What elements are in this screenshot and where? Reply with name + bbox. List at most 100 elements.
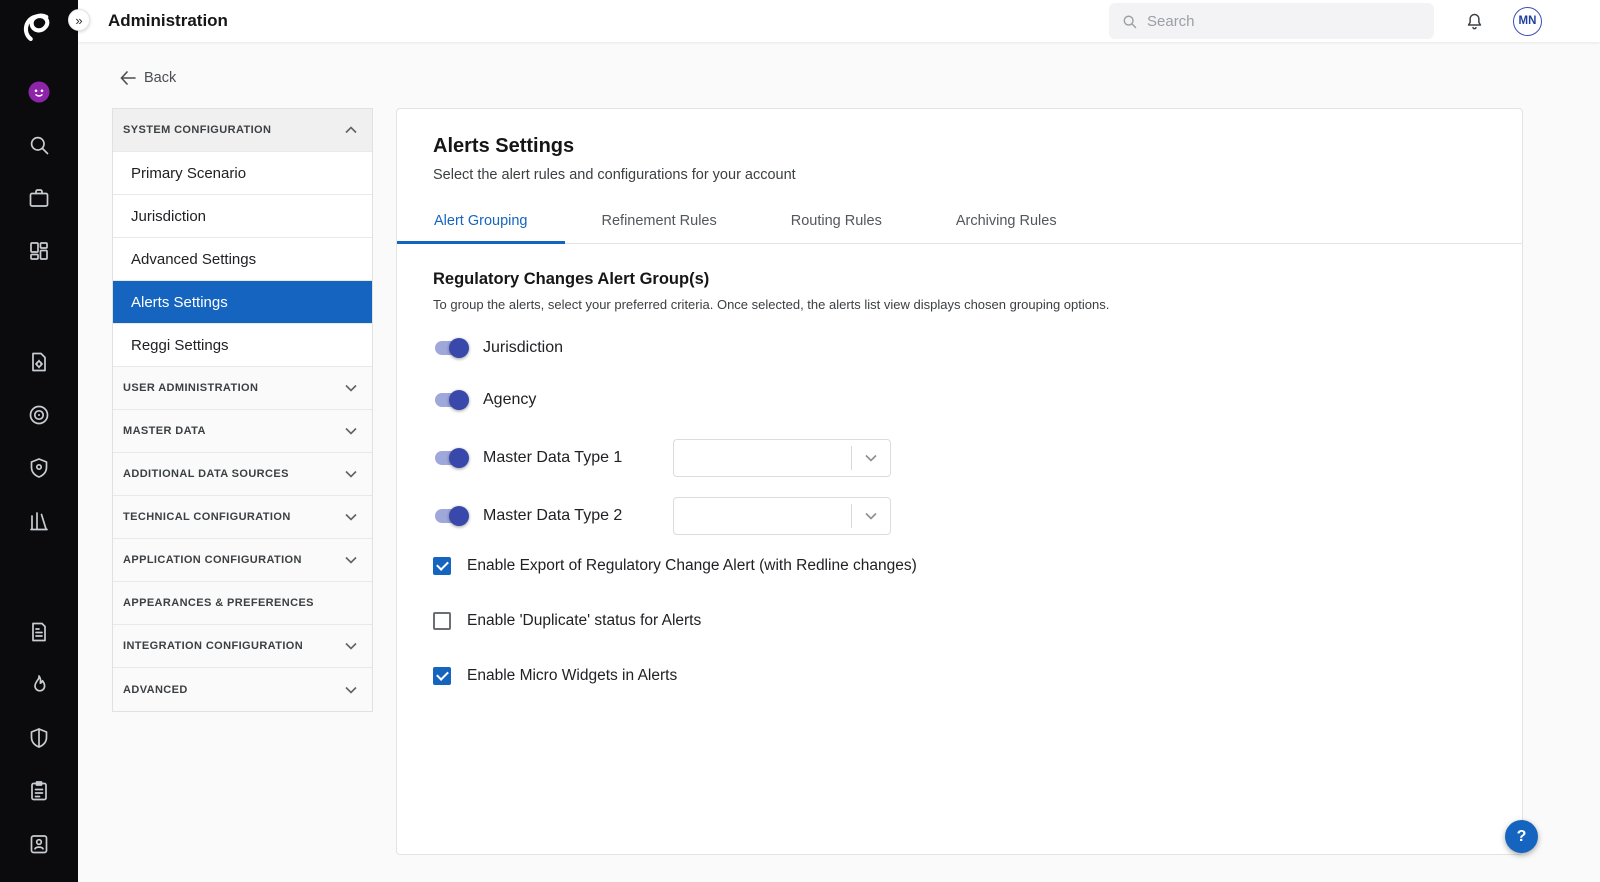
app-logo-icon[interactable] — [17, 6, 61, 50]
master-data-type-1-select[interactable] — [673, 439, 891, 477]
nav-section-technical-configuration[interactable]: TECHNICAL CONFIGURATION — [113, 496, 372, 539]
tab-label: Routing Rules — [791, 213, 882, 229]
tasks-icon[interactable] — [27, 779, 51, 803]
nav-item-primary-scenario[interactable]: Primary Scenario — [113, 152, 372, 195]
nav-item-label: Primary Scenario — [131, 165, 246, 182]
back-button[interactable]: Back — [120, 70, 176, 86]
toggle-row: Master Data Type 1 — [433, 438, 1486, 478]
avatar[interactable]: MN — [1513, 7, 1542, 36]
nav-item-reggi-settings[interactable]: Reggi Settings — [113, 324, 372, 367]
search-icon — [1121, 13, 1138, 30]
checkbox-label: Enable 'Duplicate' status for Alerts — [467, 612, 701, 630]
chevron-icon — [345, 427, 357, 435]
toggle-label: Master Data Type 1 — [483, 449, 655, 467]
tab-refinement-rules[interactable]: Refinement Rules — [565, 199, 754, 243]
enable-micro-widgets-checkbox[interactable] — [433, 667, 451, 685]
nav-section-label: MASTER DATA — [123, 425, 206, 437]
panel-title: Alerts Settings — [433, 135, 1486, 158]
chevron-icon — [345, 513, 357, 521]
nav-section-integration-configuration[interactable]: INTEGRATION CONFIGURATION — [113, 625, 372, 668]
page-title: Administration — [108, 11, 228, 31]
library-icon[interactable] — [27, 509, 51, 533]
help-button[interactable]: ? — [1505, 820, 1538, 853]
nav-item-alerts-settings[interactable]: Alerts Settings — [113, 281, 372, 324]
dashboard-icon[interactable] — [27, 239, 51, 263]
master-data-type-1-toggle[interactable] — [433, 448, 469, 468]
agency-toggle[interactable] — [433, 390, 469, 410]
tab-label: Refinement Rules — [602, 213, 717, 229]
chevron-icon — [345, 556, 357, 564]
target-icon[interactable] — [27, 403, 51, 427]
panel-subtitle: Select the alert rules and configuration… — [433, 167, 1486, 183]
chevron-icon — [345, 686, 357, 694]
enable-duplicate-status-checkbox[interactable] — [433, 612, 451, 630]
nav-item-label: Jurisdiction — [131, 208, 206, 225]
alerts-settings-tabs: Alert Grouping Refinement Rules Routing … — [397, 199, 1522, 244]
back-arrow-icon — [120, 71, 136, 85]
toggle-row: Master Data Type 2 — [433, 496, 1486, 536]
toggle-row: Jurisdiction — [433, 334, 1486, 362]
tab-label: Alert Grouping — [434, 213, 528, 229]
flame-icon[interactable] — [27, 673, 51, 697]
enable-export-checkbox[interactable] — [433, 557, 451, 575]
chevron-down-icon — [852, 454, 890, 462]
nav-section-system-configuration[interactable]: SYSTEM CONFIGURATION — [113, 109, 372, 152]
nav-section-advanced[interactable]: ADVANCED — [113, 668, 372, 711]
global-search[interactable] — [1109, 3, 1434, 39]
shield-icon[interactable] — [27, 726, 51, 750]
nav-section-label: APPEARANCES & PREFERENCES — [123, 597, 314, 609]
checkbox-row: Enable 'Duplicate' status for Alerts — [433, 609, 1486, 633]
nav-item-label: Advanced Settings — [131, 251, 256, 268]
nav-item-advanced-settings[interactable]: Advanced Settings — [113, 238, 372, 281]
toggle-row: Agency — [433, 386, 1486, 414]
master-data-type-2-select[interactable] — [673, 497, 891, 535]
report-icon[interactable] — [27, 620, 51, 644]
nav-section-label: USER ADMINISTRATION — [123, 382, 258, 394]
checkbox-label: Enable Micro Widgets in Alerts — [467, 667, 677, 685]
tab-routing-rules[interactable]: Routing Rules — [754, 199, 919, 243]
search-nav-icon[interactable] — [27, 133, 51, 157]
nav-item-label: Alerts Settings — [131, 294, 228, 311]
nav-section-label: TECHNICAL CONFIGURATION — [123, 511, 291, 523]
nav-section-label: ADDITIONAL DATA SOURCES — [123, 468, 289, 480]
checkbox-label: Enable Export of Regulatory Change Alert… — [467, 557, 917, 575]
group-section-title: Regulatory Changes Alert Group(s) — [433, 270, 1486, 289]
jurisdiction-toggle[interactable] — [433, 338, 469, 358]
sidebar-expand-button[interactable]: » — [68, 9, 90, 31]
settings-nav: SYSTEM CONFIGURATION Primary Scenario Ju… — [112, 108, 373, 712]
assistant-bot-icon[interactable] — [27, 80, 51, 104]
checkbox-row: Enable Export of Regulatory Change Alert… — [433, 554, 1486, 578]
master-data-type-2-toggle[interactable] — [433, 506, 469, 526]
nav-item-label: Reggi Settings — [131, 337, 229, 354]
search-input[interactable] — [1147, 13, 1422, 30]
chevron-icon — [345, 384, 357, 392]
nav-section-label: ADVANCED — [123, 684, 188, 696]
id-badge-icon[interactable] — [27, 832, 51, 856]
toggle-label: Master Data Type 2 — [483, 507, 655, 525]
nav-section-additional-data-sources[interactable]: ADDITIONAL DATA SOURCES — [113, 453, 372, 496]
briefcase-icon[interactable] — [27, 186, 51, 210]
nav-section-label: SYSTEM CONFIGURATION — [123, 124, 271, 136]
nav-section-appearances-preferences[interactable]: APPEARANCES & PREFERENCES — [113, 582, 372, 625]
nav-item-jurisdiction[interactable]: Jurisdiction — [113, 195, 372, 238]
shield-check-icon[interactable] — [27, 456, 51, 480]
notifications-bell-icon[interactable] — [1464, 11, 1485, 32]
tab-alert-grouping[interactable]: Alert Grouping — [397, 199, 565, 243]
nav-section-label: INTEGRATION CONFIGURATION — [123, 640, 303, 652]
alerts-settings-panel: Alerts Settings Select the alert rules a… — [396, 108, 1523, 855]
nav-section-master-data[interactable]: MASTER DATA — [113, 410, 372, 453]
top-header: Administration MN — [78, 0, 1600, 42]
toggle-label: Jurisdiction — [483, 339, 563, 357]
nav-section-user-administration[interactable]: USER ADMINISTRATION — [113, 367, 372, 410]
group-section-description: To group the alerts, select your preferr… — [433, 297, 1486, 312]
file-settings-icon[interactable] — [27, 350, 51, 374]
tab-label: Archiving Rules — [956, 213, 1057, 229]
nav-section-label: APPLICATION CONFIGURATION — [123, 554, 302, 566]
chevron-down-icon — [852, 512, 890, 520]
chevron-icon — [345, 126, 357, 134]
back-label: Back — [144, 70, 176, 86]
checkbox-row: Enable Micro Widgets in Alerts — [433, 664, 1486, 688]
tab-archiving-rules[interactable]: Archiving Rules — [919, 199, 1094, 243]
nav-section-application-configuration[interactable]: APPLICATION CONFIGURATION — [113, 539, 372, 582]
chevron-icon — [345, 470, 357, 478]
